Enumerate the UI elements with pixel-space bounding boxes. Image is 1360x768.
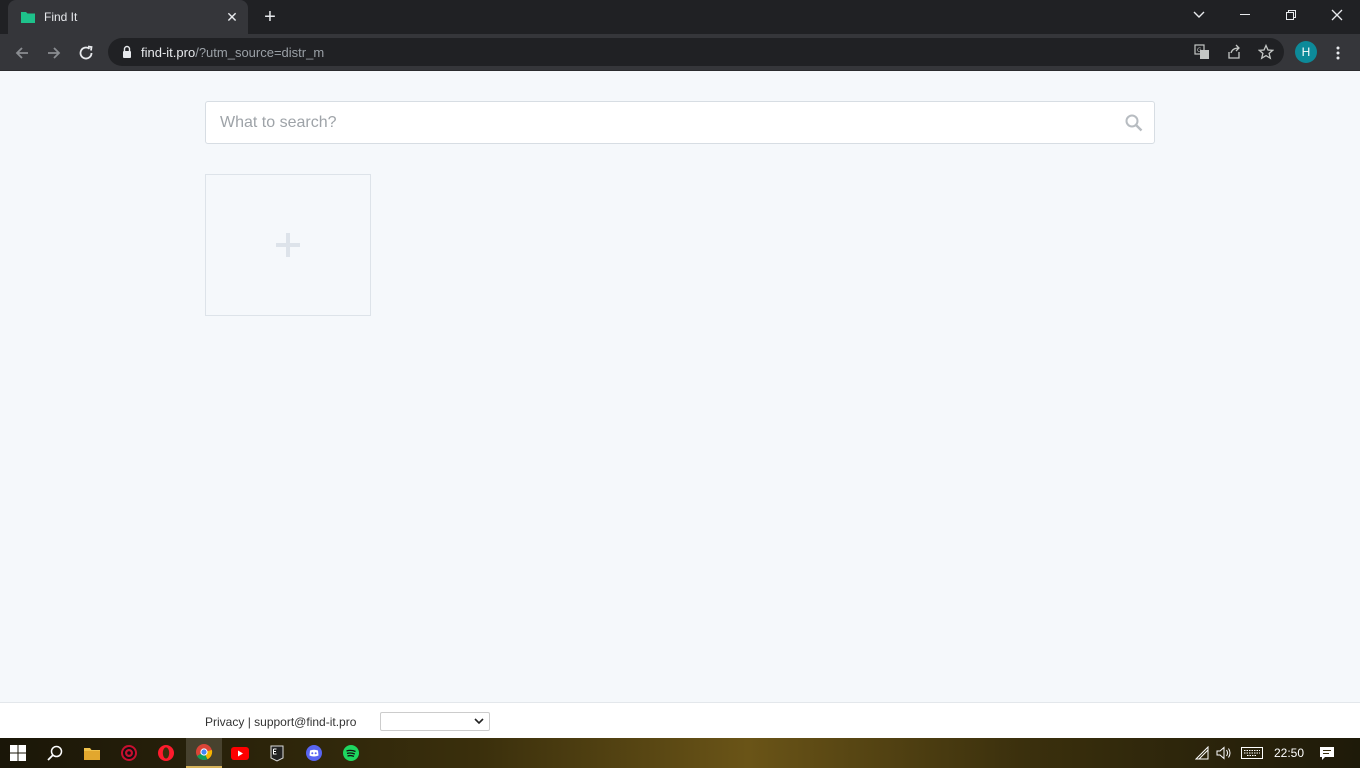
support-email-link[interactable]: support@find-it.pro <box>254 715 356 729</box>
discord-button[interactable] <box>296 738 332 768</box>
action-center-button[interactable] <box>1318 745 1336 761</box>
translate-icon: G <box>1194 44 1209 59</box>
privacy-link[interactable]: Privacy <box>205 715 244 729</box>
app-icon <box>121 745 137 761</box>
restore-button[interactable] <box>1268 0 1314 30</box>
taskbar-app-button[interactable] <box>111 738 147 768</box>
search-box[interactable] <box>205 101 1155 144</box>
chrome-icon <box>196 744 213 761</box>
profile-avatar[interactable]: H <box>1295 41 1317 63</box>
translate-button[interactable]: G <box>1193 43 1211 61</box>
volume-control[interactable] <box>1215 745 1233 761</box>
taskbar-clock[interactable]: 22:50 <box>1274 746 1304 760</box>
chevron-down-icon <box>1193 11 1205 18</box>
forward-button[interactable] <box>43 42 65 64</box>
reload-icon <box>79 45 93 60</box>
spotify-icon <box>343 745 359 761</box>
search-input[interactable] <box>220 102 1110 143</box>
browser-toolbar: find-it.pro/?utm_source=distr_m G <box>0 34 1360 71</box>
file-explorer-icon <box>84 748 100 760</box>
back-button[interactable] <box>11 42 33 64</box>
touch-keyboard-button[interactable] <box>1240 745 1264 761</box>
arrow-left-icon <box>15 47 28 59</box>
close-tab-icon[interactable]: ✕ <box>224 9 240 25</box>
url-text: find-it.pro/?utm_source=distr_m <box>141 45 324 60</box>
epic-games-button[interactable] <box>259 738 295 768</box>
taskbar-search-button[interactable] <box>37 738 73 768</box>
keyboard-icon <box>1241 747 1263 759</box>
start-button[interactable] <box>0 738 36 768</box>
close-window-button[interactable] <box>1314 0 1360 30</box>
share-icon <box>1228 44 1240 59</box>
arrow-right-icon <box>48 47 61 59</box>
folder-icon <box>21 12 35 23</box>
star-icon <box>1258 44 1274 60</box>
opera-button[interactable] <box>148 738 184 768</box>
epic-games-icon <box>270 745 284 762</box>
footer-links: Privacy | support@find-it.pro <box>205 715 356 729</box>
add-shortcut-tile[interactable] <box>205 174 371 316</box>
svg-text:G: G <box>1197 47 1202 54</box>
network-status[interactable] <box>1194 745 1210 761</box>
youtube-button[interactable] <box>222 738 258 768</box>
bookmark-button[interactable] <box>1257 43 1275 61</box>
close-icon <box>1331 9 1343 21</box>
address-bar[interactable]: find-it.pro/?utm_source=distr_m G <box>108 38 1284 66</box>
more-vertical-icon <box>1336 46 1340 60</box>
opera-icon <box>158 745 174 761</box>
minimize-button[interactable] <box>1222 0 1268 30</box>
page-footer: Privacy | support@find-it.pro <box>0 702 1360 738</box>
browser-menu-button[interactable] <box>1327 42 1349 64</box>
plus-icon <box>276 233 300 257</box>
notification-icon <box>1320 746 1334 760</box>
language-select[interactable] <box>380 712 490 731</box>
search-icon <box>47 745 63 761</box>
chrome-button[interactable] <box>186 738 222 768</box>
wifi-icon <box>1195 746 1209 760</box>
page-content <box>0 71 1360 702</box>
browser-tab[interactable]: Find It ✕ <box>8 0 248 34</box>
youtube-icon <box>231 746 249 760</box>
share-button[interactable] <box>1225 43 1243 61</box>
url-path: /?utm_source=distr_m <box>195 45 325 60</box>
windows-start-icon <box>10 745 26 761</box>
tab-search-button[interactable] <box>1176 0 1222 30</box>
reload-button[interactable] <box>75 42 97 64</box>
chevron-down-icon <box>474 718 484 725</box>
lock-icon[interactable] <box>120 45 134 59</box>
spotify-button[interactable] <box>333 738 369 768</box>
tab-strip: Find It ✕ + <box>0 0 1360 34</box>
tab-title: Find It <box>44 10 78 24</box>
file-explorer-button[interactable] <box>74 738 110 768</box>
discord-icon <box>306 745 322 761</box>
new-tab-button[interactable]: + <box>260 7 280 27</box>
speaker-icon <box>1216 746 1231 760</box>
windows-taskbar: 22:50 <box>0 738 1360 768</box>
minimize-icon <box>1240 14 1250 15</box>
footer-separator: | <box>247 715 251 729</box>
restore-icon <box>1286 10 1296 20</box>
url-host: find-it.pro <box>141 45 196 60</box>
search-icon[interactable] <box>1124 113 1144 133</box>
